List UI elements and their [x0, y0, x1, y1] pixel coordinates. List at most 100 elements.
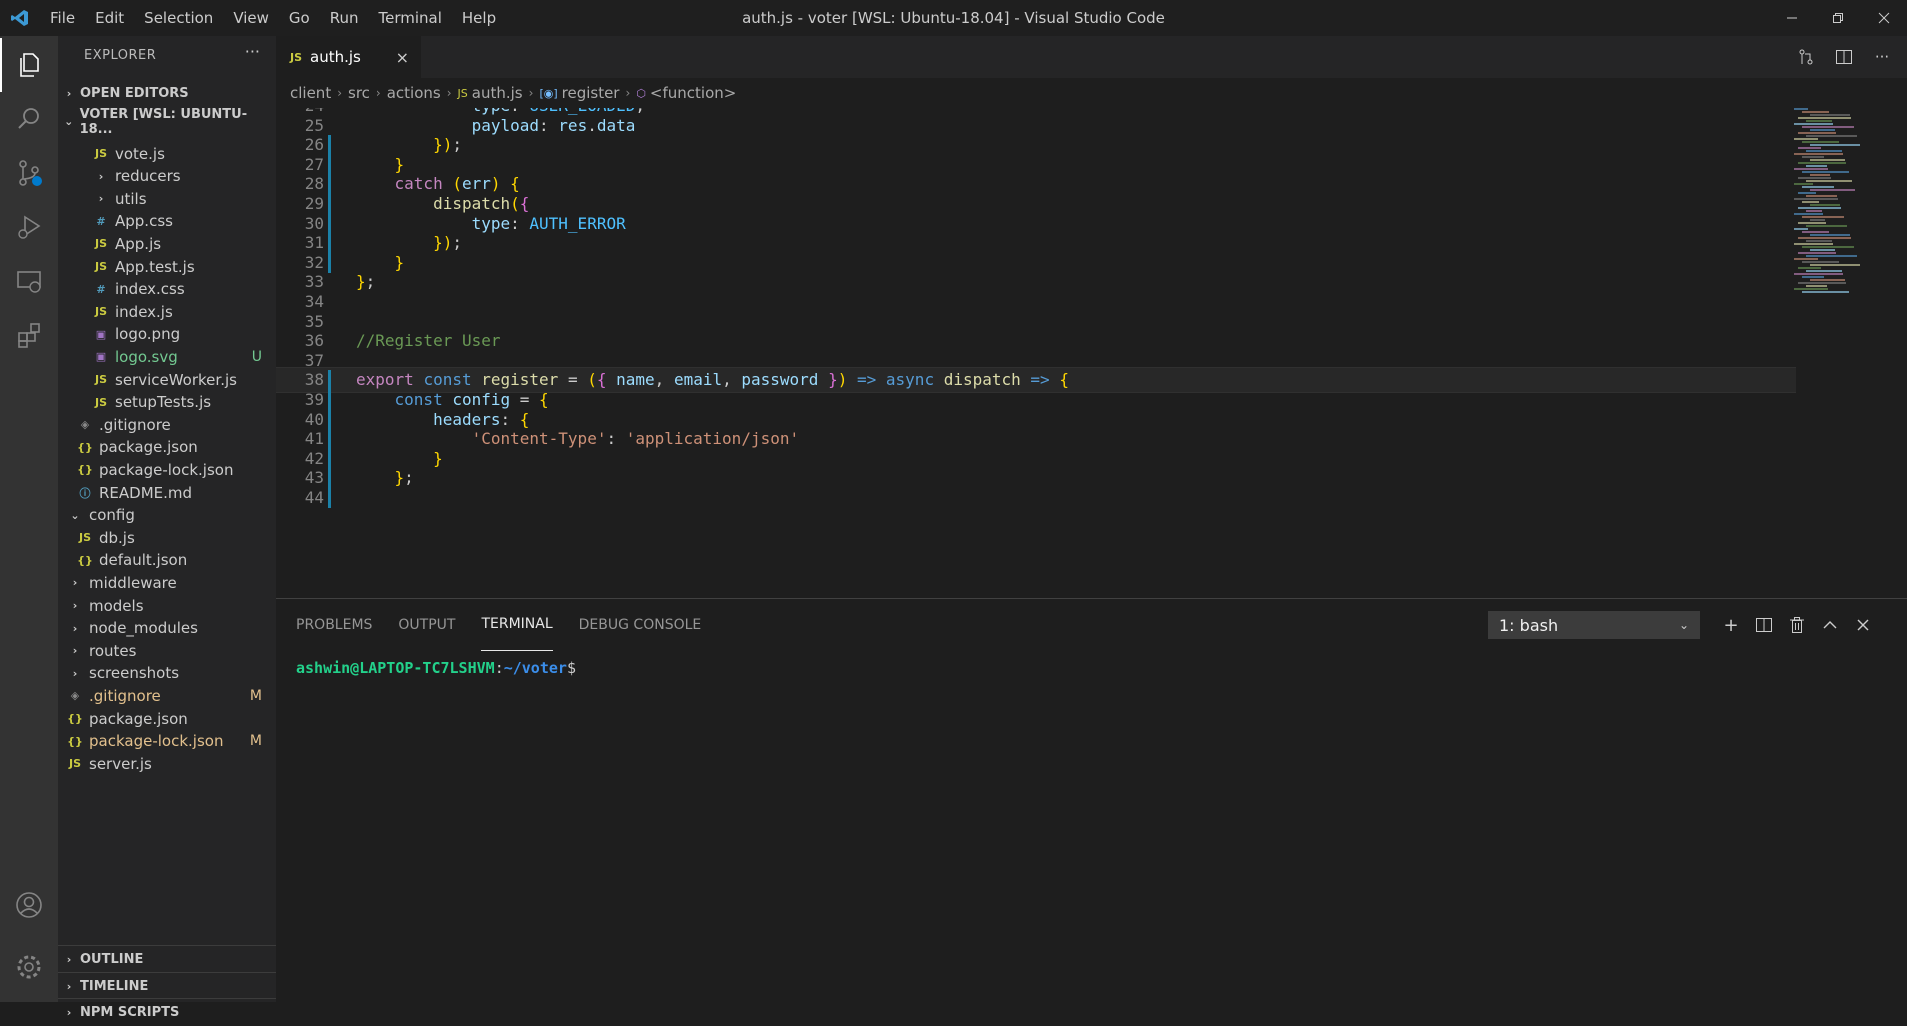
minimize-button[interactable]: [1769, 0, 1815, 36]
chevron-right-icon: ›: [66, 980, 72, 993]
split-terminal-icon[interactable]: [1751, 613, 1777, 637]
settings-gear-icon[interactable]: [0, 940, 58, 994]
chevron-right-icon: ›: [66, 87, 72, 100]
open-editors-section[interactable]: › OPEN EDITORS: [58, 80, 276, 107]
menu-go[interactable]: Go: [279, 0, 320, 36]
prompt-separator: :: [494, 659, 504, 677]
tab-debug-console[interactable]: DEBUG CONSOLE: [579, 599, 702, 651]
git-file-icon: ◈: [80, 418, 90, 432]
minimap-line: [1806, 225, 1847, 227]
maximize-panel-icon[interactable]: [1817, 613, 1843, 637]
terminal-select[interactable]: 1: bash ⌄: [1488, 611, 1700, 639]
minimap-line: [1798, 177, 1831, 179]
close-panel-icon[interactable]: [1850, 613, 1876, 637]
tree-file[interactable]: JS server.js: [58, 750, 276, 777]
split-editor-icon[interactable]: [1832, 46, 1856, 68]
minimap-line: [1806, 135, 1857, 137]
menu-selection[interactable]: Selection: [134, 0, 223, 36]
minimap-line: [1794, 153, 1843, 155]
new-terminal-icon[interactable]: +: [1718, 613, 1744, 637]
explorer-icon[interactable]: [0, 38, 58, 92]
breadcrumb-item[interactable]: register: [562, 84, 620, 102]
code-line[interactable]: 44: [276, 486, 1796, 510]
tree-item-label: server.js: [89, 754, 152, 773]
tree-item-label: serviceWorker.js: [115, 370, 237, 389]
close-tab-icon[interactable]: ×: [396, 48, 409, 67]
extensions-icon[interactable]: [0, 308, 58, 362]
tree-item-label: models: [89, 596, 144, 615]
tab-terminal[interactable]: TERMINAL: [481, 599, 553, 651]
minimap-line: [1794, 243, 1833, 245]
minimap-line: [1810, 159, 1845, 161]
prompt-path: ~/voter: [503, 659, 567, 677]
menu-edit[interactable]: Edit: [85, 0, 134, 36]
timeline-section[interactable]: › TIMELINE: [58, 972, 276, 1000]
activity-bar: [0, 36, 58, 1002]
tree-item-label: package.json: [99, 438, 198, 457]
minimap-line: [1802, 201, 1819, 203]
editor-tab-bar: JS auth.js × ···: [276, 36, 1907, 78]
minimap[interactable]: [1790, 108, 1900, 308]
code-editor[interactable]: 24 type: USER_LOADED,25 payload: res.dat…: [276, 108, 1796, 598]
chevron-right-icon: ›: [625, 86, 631, 100]
minimap-line: [1794, 213, 1823, 215]
terminal-output[interactable]: ashwin@LAPTOP-TC7LSHVM:~/voter$: [296, 659, 576, 677]
minimap-line: [1806, 120, 1832, 122]
source-control-icon[interactable]: [0, 146, 58, 200]
minimap-line: [1798, 282, 1846, 284]
chevron-down-icon: ⌄: [1678, 618, 1689, 632]
json-file-icon: {}: [77, 553, 93, 567]
tab-problems[interactable]: PROBLEMS: [296, 599, 372, 651]
terminal-select-value: 1: bash: [1499, 615, 1559, 635]
npm-scripts-label: NPM SCRIPTS: [80, 1005, 180, 1020]
npm-scripts-section[interactable]: › NPM SCRIPTS: [58, 998, 276, 1026]
menu-help[interactable]: Help: [452, 0, 506, 36]
minimap-line: [1802, 126, 1854, 128]
function-symbol-icon: ⬡: [636, 86, 646, 100]
info-file-icon: ⓘ: [79, 486, 91, 500]
more-actions-icon[interactable]: ···: [1870, 46, 1894, 68]
menu-file[interactable]: File: [40, 0, 85, 36]
more-actions-icon[interactable]: ···: [245, 42, 260, 61]
tab-output[interactable]: OUTPUT: [398, 599, 455, 651]
tree-item-label: middleware: [89, 573, 177, 592]
restore-button[interactable]: [1815, 0, 1861, 36]
bottom-panel: PROBLEMS OUTPUT TERMINAL DEBUG CONSOLE 1…: [276, 598, 1907, 1002]
breadcrumb-item[interactable]: <function>: [650, 84, 736, 102]
js-file-icon: JS: [290, 50, 303, 64]
menu-view[interactable]: View: [223, 0, 279, 36]
git-status-badge: M: [249, 733, 262, 750]
workspace-section[interactable]: ⌄ VOTER [WSL: UBUNTU-18...: [58, 106, 276, 137]
minimap-line: [1802, 111, 1829, 113]
minimap-line: [1794, 258, 1818, 260]
breadcrumb-item[interactable]: src: [348, 84, 370, 102]
chevron-icon: ›: [98, 169, 104, 183]
git-status-badge: M: [249, 687, 262, 704]
git-status-badge: U: [251, 348, 262, 365]
tree-item-label: App.js: [115, 234, 162, 253]
js-file-icon: JS: [94, 237, 107, 251]
breadcrumb-item[interactable]: client: [290, 84, 331, 102]
js-file-icon: JS: [94, 305, 107, 319]
minimap-line: [1802, 231, 1829, 233]
run-debug-icon[interactable]: [0, 200, 58, 254]
outline-section[interactable]: › OUTLINE: [58, 945, 276, 973]
tab-auth-js[interactable]: JS auth.js ×: [276, 36, 421, 78]
git-file-icon: ◈: [70, 689, 80, 703]
close-window-button[interactable]: [1861, 0, 1907, 36]
account-icon[interactable]: [0, 878, 58, 932]
menu-run[interactable]: Run: [320, 0, 369, 36]
json-file-icon: {}: [77, 440, 93, 454]
breadcrumb-item[interactable]: auth.js: [472, 84, 523, 102]
search-icon[interactable]: [0, 92, 58, 146]
remote-explorer-icon[interactable]: [0, 254, 58, 308]
breadcrumb-item[interactable]: actions: [387, 84, 441, 102]
minimap-line: [1806, 255, 1857, 257]
minimap-line: [1810, 219, 1825, 221]
workspace-label: VOTER [WSL: UBUNTU-18...: [79, 106, 248, 137]
menu-terminal[interactable]: Terminal: [369, 0, 452, 36]
trash-icon[interactable]: [1784, 613, 1810, 637]
css-file-icon: #: [96, 214, 106, 228]
explorer-title: EXPLORER: [84, 48, 157, 63]
open-changes-icon[interactable]: [1794, 46, 1818, 68]
